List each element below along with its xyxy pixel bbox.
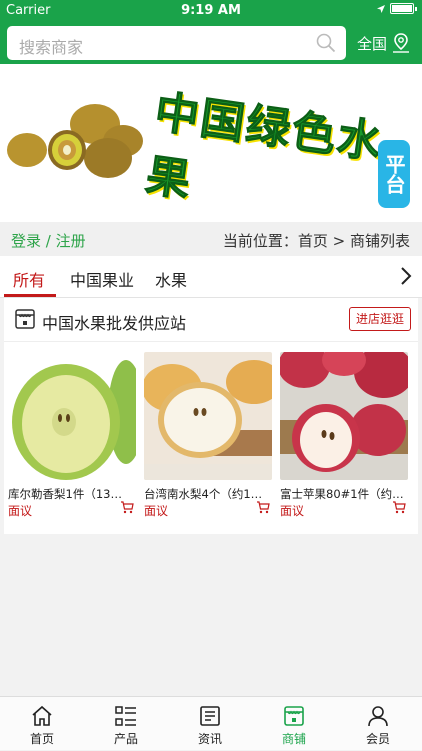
cart-icon[interactable] bbox=[392, 501, 406, 514]
product-image-yellow-pear bbox=[144, 352, 272, 480]
breadcrumb-bar: 登录 / 注册 当前位置：首页 > 商铺列表 bbox=[0, 222, 422, 256]
location-arrow-icon bbox=[377, 4, 385, 13]
tabbar-item-member[interactable]: 会员 bbox=[336, 697, 420, 751]
product-card[interactable]: 库尔勒香梨1件（13… 面议 bbox=[8, 352, 136, 518]
tabbar-item-products[interactable]: 产品 bbox=[84, 697, 168, 751]
product-price: 面议 bbox=[144, 504, 169, 518]
banner-tag: 平台 bbox=[378, 140, 410, 208]
enter-shop-button[interactable]: 进店逛逛 bbox=[349, 307, 411, 331]
product-name: 台湾南水梨4个（约1… bbox=[144, 487, 263, 501]
map-pin-icon bbox=[393, 33, 410, 53]
product-image-red-apple bbox=[280, 352, 408, 480]
home-icon bbox=[32, 705, 52, 726]
product-name: 库尔勒香梨1件（13… bbox=[8, 487, 122, 501]
chevron-right-icon[interactable] bbox=[400, 266, 412, 286]
store-icon bbox=[15, 309, 35, 329]
category-tabs: 所有 中国果业 水果 bbox=[0, 256, 422, 298]
breadcrumb: 当前位置：首页 > 商铺列表 bbox=[222, 232, 410, 250]
active-tab-indicator bbox=[4, 294, 56, 297]
tabbar-label: 商铺 bbox=[281, 732, 306, 746]
region-selector[interactable]: 全国 bbox=[357, 32, 411, 54]
kiwi-fruit-image bbox=[7, 104, 143, 178]
cart-icon[interactable] bbox=[256, 501, 270, 514]
tabbar-label: 资讯 bbox=[197, 732, 222, 746]
search-placeholder: 搜索商家 bbox=[19, 38, 84, 57]
top-bar: 搜索商家 全国 bbox=[0, 22, 422, 64]
tab-all[interactable]: 所有 bbox=[13, 267, 45, 291]
tab-china-fruit-industry[interactable]: 中国果业 bbox=[70, 267, 134, 291]
banner[interactable]: 中国绿色水果 平台 bbox=[0, 64, 422, 222]
shop-header[interactable]: 中国水果批发供应站 进店逛逛 bbox=[4, 298, 418, 342]
battery-icon bbox=[390, 3, 417, 14]
search-icon[interactable] bbox=[316, 33, 336, 53]
news-icon bbox=[200, 706, 220, 726]
product-name: 富士苹果80#1件（约… bbox=[280, 487, 404, 501]
tabbar-label: 产品 bbox=[113, 732, 138, 746]
product-price: 面议 bbox=[8, 504, 33, 518]
tabbar-label: 首页 bbox=[29, 732, 54, 746]
shop-name: 中国水果批发供应站 bbox=[42, 314, 187, 333]
status-bar: Carrier 9:19 AM bbox=[0, 0, 422, 22]
tab-fruit[interactable]: 水果 bbox=[155, 267, 187, 291]
list-icon bbox=[115, 706, 136, 726]
status-icons bbox=[376, 3, 417, 14]
tabbar-item-news[interactable]: 资讯 bbox=[168, 697, 252, 751]
search-input[interactable]: 搜索商家 bbox=[7, 26, 346, 60]
bottom-tab-bar: 首页 产品 资讯 商铺 会员 bbox=[0, 696, 422, 750]
cart-icon[interactable] bbox=[120, 501, 134, 514]
tabbar-item-shops[interactable]: 商铺 bbox=[252, 697, 336, 751]
product-price: 面议 bbox=[280, 504, 305, 518]
product-card[interactable]: 台湾南水梨4个（约1… 面议 bbox=[144, 352, 272, 518]
shop-card: 中国水果批发供应站 进店逛逛 库尔勒香梨1件（13… 面议 台湾南水梨4个（约1… bbox=[4, 298, 418, 534]
product-image-green-pear bbox=[8, 352, 136, 480]
tabbar-label: 会员 bbox=[365, 732, 390, 746]
store-icon bbox=[284, 706, 304, 726]
user-icon bbox=[368, 706, 388, 727]
login-register-link[interactable]: 登录 / 注册 bbox=[11, 230, 86, 251]
region-label: 全国 bbox=[357, 34, 388, 53]
product-card[interactable]: 富士苹果80#1件（约… 面议 bbox=[280, 352, 408, 518]
clock: 9:19 AM bbox=[181, 3, 241, 18]
tabbar-item-home[interactable]: 首页 bbox=[0, 697, 84, 751]
